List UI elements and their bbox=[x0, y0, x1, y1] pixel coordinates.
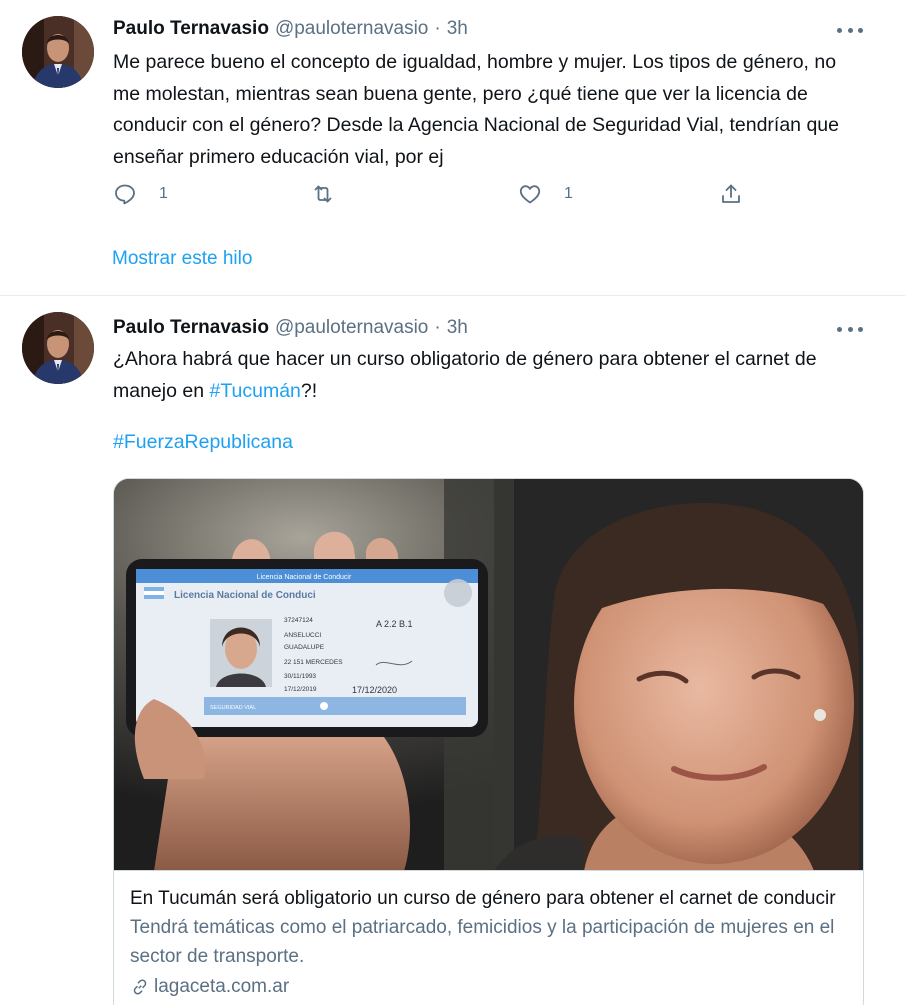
tweet-header: Paulo Ternavasio @pauloternavasio · 3h bbox=[113, 16, 468, 42]
avatar[interactable] bbox=[22, 312, 94, 384]
tweet-text: Me parece bueno el concepto de igualdad,… bbox=[113, 51, 839, 168]
license-field-class: A 2.2 B.1 bbox=[376, 619, 413, 629]
license-field-address: 22 151 MERCEDES bbox=[284, 659, 343, 666]
tweet-text: ¿Ahora habrá que hacer un curso obligato… bbox=[113, 344, 863, 407]
more-horizontal-icon bbox=[837, 326, 863, 332]
retweet-button[interactable] bbox=[311, 176, 357, 212]
tweet-actions: 1 1 bbox=[113, 176, 763, 212]
author-handle[interactable]: @pauloternavasio bbox=[275, 317, 428, 339]
avatar-photo bbox=[22, 16, 94, 88]
license-title-text: Licencia Nacional de Conduci bbox=[174, 590, 316, 601]
timestamp[interactable]: 3h bbox=[447, 317, 468, 339]
share-button[interactable] bbox=[719, 176, 743, 212]
card-photo: Licencia Nacional de Conducir Licencia N… bbox=[114, 479, 863, 870]
link-preview-card[interactable]: Licencia Nacional de Conducir Licencia N… bbox=[113, 478, 864, 1005]
tweet-text-part: ?! bbox=[300, 379, 318, 402]
avatar-photo bbox=[22, 312, 94, 384]
tweet[interactable]: Paulo Ternavasio @pauloternavasio · 3h M… bbox=[0, 0, 905, 296]
card-image: Licencia Nacional de Conducir Licencia N… bbox=[114, 479, 863, 871]
retweet-icon bbox=[314, 185, 332, 203]
like-button[interactable]: 1 bbox=[518, 176, 573, 212]
license-field-name: GUADALUPE bbox=[284, 644, 325, 651]
card-domain: lagaceta.com.ar bbox=[130, 973, 849, 1001]
tweet-header: Paulo Ternavasio @pauloternavasio · 3h bbox=[113, 315, 468, 341]
show-thread-link[interactable]: Mostrar este hilo bbox=[112, 248, 252, 270]
card-description: Tendrá temáticas como el patriarcado, fe… bbox=[130, 917, 835, 967]
license-field-surname: ANSELUCCI bbox=[284, 632, 321, 639]
tweet[interactable]: Paulo Ternavasio @pauloternavasio · 3h ¿… bbox=[0, 297, 905, 1005]
link-icon bbox=[133, 979, 147, 995]
reply-count: 1 bbox=[159, 185, 168, 202]
license-field-issue: 17/12/2019 bbox=[284, 686, 317, 693]
separator-dot: · bbox=[434, 18, 441, 39]
like-count: 1 bbox=[564, 185, 573, 202]
timestamp[interactable]: 3h bbox=[447, 18, 468, 40]
license-field-number: 37247124 bbox=[284, 617, 313, 624]
card-body: En Tucumán será obligatorio un curso de … bbox=[114, 871, 863, 1001]
author-name[interactable]: Paulo Ternavasio bbox=[113, 317, 269, 339]
avatar[interactable] bbox=[22, 16, 94, 88]
reply-button[interactable]: 1 bbox=[113, 176, 168, 212]
card-domain-text: lagaceta.com.ar bbox=[154, 976, 290, 997]
share-icon bbox=[722, 184, 740, 203]
more-options-button[interactable] bbox=[837, 319, 863, 339]
separator-dot: · bbox=[434, 317, 441, 338]
author-handle[interactable]: @pauloternavasio bbox=[275, 18, 428, 40]
heart-icon bbox=[519, 185, 541, 204]
license-field-expiry: 17/12/2020 bbox=[352, 685, 397, 695]
card-title: En Tucumán será obligatorio un curso de … bbox=[130, 888, 836, 909]
license-footer-text: SEGURIDAD VIAL bbox=[210, 705, 256, 711]
hashtag-link[interactable]: #FuerzaRepublicana bbox=[113, 427, 293, 459]
license-header-text: Licencia Nacional de Conducir bbox=[257, 574, 352, 581]
reply-icon bbox=[115, 184, 135, 205]
license-field-dob: 30/11/1993 bbox=[284, 673, 316, 680]
more-horizontal-icon bbox=[837, 27, 863, 33]
author-name[interactable]: Paulo Ternavasio bbox=[113, 18, 269, 40]
more-options-button[interactable] bbox=[837, 20, 863, 40]
hashtag-link[interactable]: #Tucumán bbox=[209, 380, 300, 402]
